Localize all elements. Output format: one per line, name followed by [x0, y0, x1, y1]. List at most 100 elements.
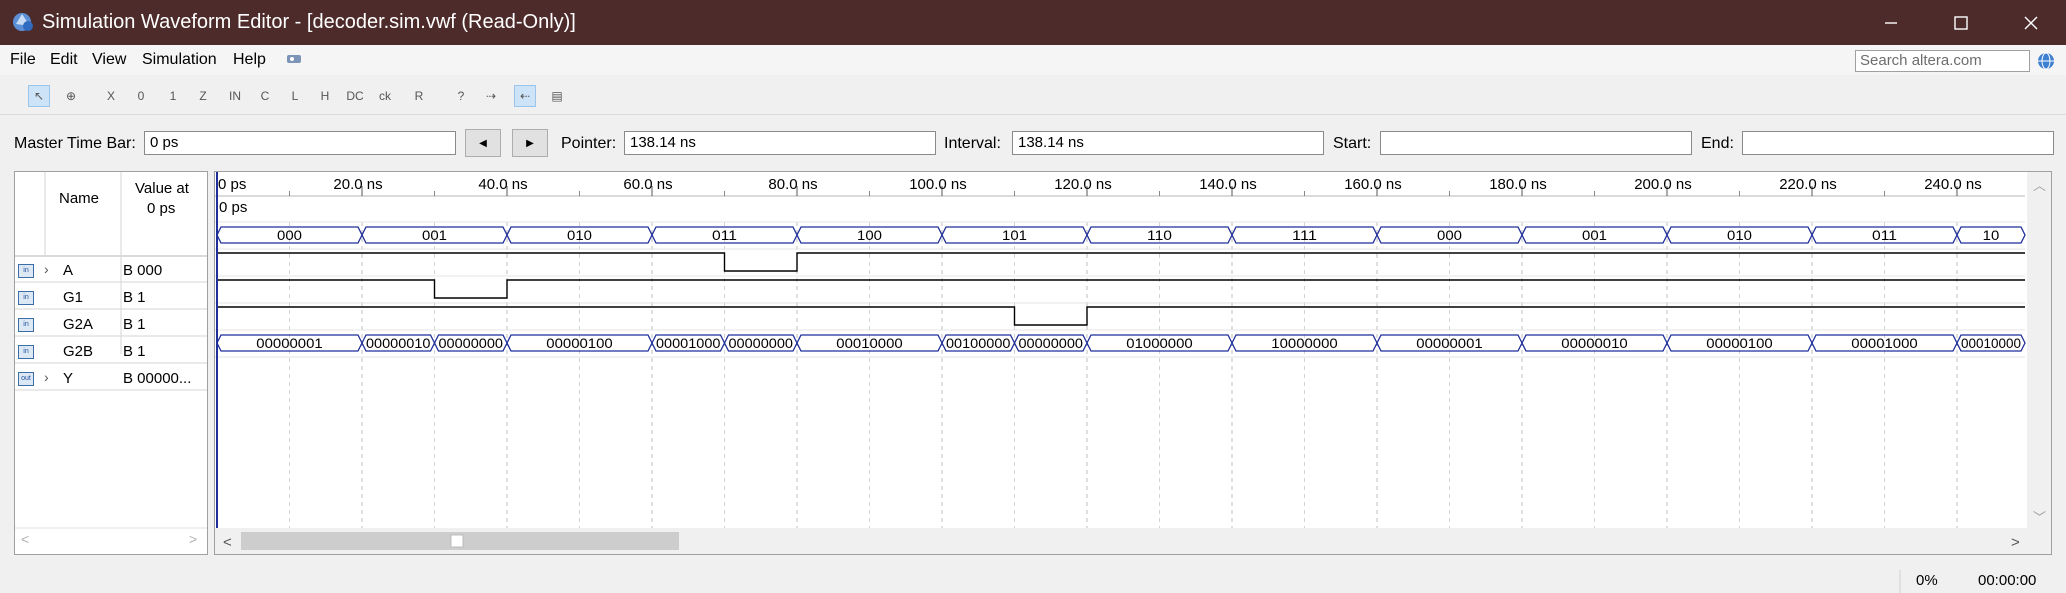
signal-row[interactable]: in G1 B 1 [15, 285, 207, 312]
elapsed-time-text: 00:00:00 [1978, 572, 2037, 589]
signal-value: B 000 [123, 262, 163, 279]
forcing-low-icon[interactable]: 0 [130, 85, 152, 107]
count-value-icon[interactable]: C [254, 85, 276, 107]
signal-value: B 1 [123, 343, 146, 360]
time-axis-label: 160.0 ns [1344, 176, 1402, 193]
bus-value-label: 00010000 [1961, 335, 2021, 351]
grid-icon[interactable]: ⇠ [514, 85, 536, 107]
signal-waveform [217, 306, 2025, 326]
waveform-cursor-icon[interactable]: ▤ [546, 85, 568, 107]
menu-bar: File Edit View Simulation Help [0, 45, 2066, 75]
clock-icon[interactable]: ck [374, 85, 396, 107]
help-search-icon[interactable] [286, 53, 302, 67]
time-axis-label: 40.0 ns [478, 176, 527, 193]
end-field[interactable] [1742, 131, 2054, 155]
scroll-thumb-grip [450, 534, 464, 548]
toolbar [0, 80, 2066, 115]
bus-value-label: 00000001 [256, 335, 323, 351]
minimize-button[interactable] [1856, 0, 1926, 45]
time-axis-label: 240.0 ns [1924, 176, 1982, 193]
search-input[interactable]: Search altera.com [1855, 50, 2030, 72]
bus-value-label: 001 [422, 227, 447, 243]
signal-row[interactable]: in G2B B 1 [15, 339, 207, 366]
snap-to-grid-icon[interactable]: ⇢ [480, 85, 502, 107]
signal-value: B 00000... [123, 370, 192, 387]
status-bar: 0% 00:00:00 [0, 570, 2066, 593]
bus-value-label: 100 [857, 227, 882, 243]
maximize-button[interactable] [1926, 0, 1996, 45]
random-value-icon[interactable]: R [408, 85, 430, 107]
menu-file[interactable]: File [10, 51, 36, 69]
scroll-left-arrow[interactable]: < [21, 531, 29, 547]
scroll-up-arrow: ︿ [2033, 178, 2046, 193]
interval-field: 138.14 ns [1012, 131, 1324, 155]
menu-view[interactable]: View [92, 51, 126, 69]
time-axis-label: 180.0 ns [1489, 176, 1547, 193]
output-bus-icon: out [18, 372, 34, 386]
forcing-high-icon[interactable]: 1 [162, 85, 184, 107]
arbitrary-value-icon[interactable]: ? [450, 85, 472, 107]
weak-low-icon[interactable]: L [284, 85, 306, 107]
signal-value: B 1 [123, 316, 146, 333]
weak-high-icon[interactable]: H [314, 85, 336, 107]
signal-row[interactable]: in G2A B 1 [15, 312, 207, 339]
signal-row[interactable]: out › Y B 00000... [15, 366, 207, 393]
globe-icon[interactable] [2037, 52, 2055, 70]
bus-value-label: 101 [1002, 227, 1027, 243]
bus-value-label: 00001000 [1851, 335, 1918, 351]
bus-value-label: 00010000 [836, 335, 903, 351]
signal-name: A [63, 262, 74, 279]
time-axis-label: 0 ps [218, 176, 246, 193]
dont-care-icon[interactable]: DC [344, 85, 366, 107]
close-button[interactable] [1996, 0, 2066, 45]
bus-value-label: 00100000 [946, 335, 1011, 351]
signal-list-panel: Name Value at 0 ps in › A B 000 in G1 B 1 in G2A… [14, 171, 208, 555]
master-time-bar-label: Master Time Bar: [14, 135, 136, 152]
signal-name: G2B [63, 343, 94, 360]
waveform-canvas[interactable]: 0 ps 20.0 ns 40.0 ns 60.0 ns 80.0 ns 100.0 ns… [215, 172, 2051, 554]
time-axis-label: 80.0 ns [768, 176, 817, 193]
value-column-header-line2[interactable]: 0 ps [147, 200, 175, 217]
master-time-bar-field[interactable]: 0 ps [144, 131, 456, 155]
bus-value-label: 000 [1437, 227, 1462, 243]
maximize-icon [1954, 15, 1968, 30]
time-axis-label: 140.0 ns [1199, 176, 1257, 193]
forcing-unknown-icon[interactable]: X [100, 85, 122, 107]
bus-value-label: 10000000 [1271, 335, 1338, 351]
signal-waveform [217, 252, 2025, 272]
bus-value-label: 00001000 [656, 335, 721, 351]
bus-value-label: 00000000 [729, 335, 794, 351]
bus-value-label: 01000000 [1126, 335, 1193, 351]
menu-simulation[interactable]: Simulation [142, 51, 217, 69]
high-impedance-icon[interactable]: Z [192, 85, 214, 107]
value-column-header-line1[interactable]: Value at [135, 180, 189, 197]
left-arrow-icon: ◀ [479, 137, 487, 149]
time-axis-label: 120.0 ns [1054, 176, 1112, 193]
previous-transition-button[interactable]: ◀ [465, 129, 501, 157]
signal-row[interactable]: in › A B 000 [15, 258, 207, 285]
time-axis-label: 60.0 ns [623, 176, 672, 193]
bus-value-label: 00000100 [546, 335, 613, 351]
time-axis-label: 200.0 ns [1634, 176, 1692, 193]
scroll-right-arrow[interactable]: > [189, 531, 197, 547]
bus-value-label: 010 [1727, 227, 1752, 243]
time-axis-label: 20.0 ns [333, 176, 382, 193]
next-transition-button[interactable]: ▶ [512, 129, 548, 157]
menu-help[interactable]: Help [233, 51, 266, 69]
name-column-header[interactable]: Name [59, 190, 99, 207]
scroll-left-arrow: < [223, 534, 232, 551]
bus-value-label: 00000001 [1416, 335, 1483, 351]
progress-text: 0% [1916, 572, 1938, 589]
expand-chevron-icon[interactable]: › [44, 369, 49, 385]
selection-tool-icon[interactable]: ↖ [28, 85, 50, 107]
end-label: End: [1701, 135, 1734, 152]
time-axis-label: 100.0 ns [909, 176, 967, 193]
expand-chevron-icon[interactable]: › [44, 261, 49, 277]
zoom-tool-icon[interactable]: ⊕ [60, 85, 82, 107]
bus-value-label: 00000000 [1019, 335, 1084, 351]
cursor-time-label: 0 ps [219, 199, 247, 216]
start-field[interactable] [1380, 131, 1692, 155]
menu-edit[interactable]: Edit [50, 51, 78, 69]
interval-label: Interval: [944, 135, 1001, 152]
invert-icon[interactable]: IN [224, 85, 246, 107]
